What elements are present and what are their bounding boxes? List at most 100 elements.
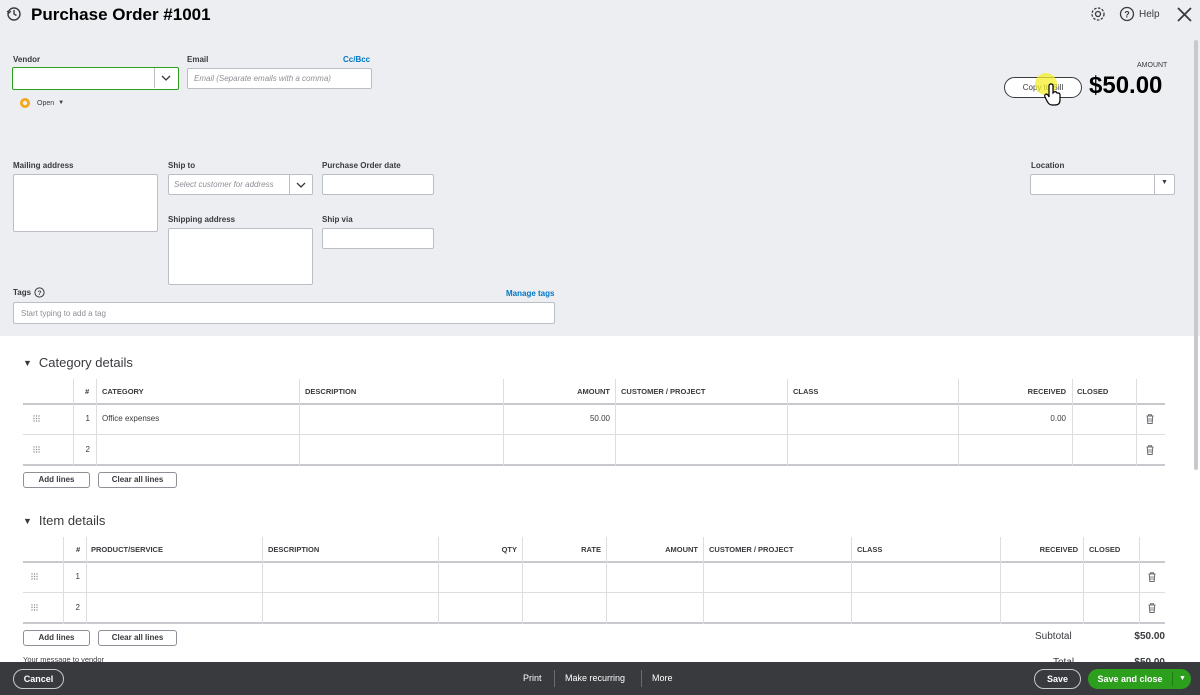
item-details-toggle[interactable]: ▼ Item details <box>23 513 105 528</box>
category-add-lines-button[interactable]: Add lines <box>23 472 90 488</box>
subtotal-value: $50.00 <box>1134 631 1165 642</box>
vendor-label: Vendor <box>13 55 41 64</box>
shipping-address-label: Shipping address <box>168 215 236 224</box>
item-clear-lines-button[interactable]: Clear all lines <box>98 630 177 646</box>
row-number: 2 <box>75 603 80 612</box>
col-header-description: DESCRIPTION <box>305 387 357 396</box>
cancel-button[interactable]: Cancel <box>13 669 64 689</box>
subtotal-label: Subtotal <box>1035 631 1072 642</box>
vendor-select[interactable] <box>12 67 179 90</box>
mailing-address-input[interactable] <box>13 174 158 232</box>
triangle-down-icon: ▼ <box>23 357 32 368</box>
manage-tags-link[interactable]: Manage tags <box>506 289 554 298</box>
col-header-category: CATEGORY <box>102 387 144 396</box>
category-details-toggle[interactable]: ▼ Category details <box>23 355 133 370</box>
item-add-lines-button[interactable]: Add lines <box>23 630 90 646</box>
info-icon[interactable]: ? <box>34 287 45 298</box>
history-icon[interactable] <box>6 6 22 22</box>
category-cell[interactable]: Office expenses <box>102 404 159 434</box>
col-header-received: RECEIVED <box>1027 387 1066 396</box>
print-button[interactable]: Print <box>523 673 542 683</box>
ship-to-select[interactable]: Select customer for address <box>168 174 313 195</box>
table-row[interactable]: 1 Office expenses 50.00 0.00 <box>23 404 1165 434</box>
amount-cell[interactable]: 50.00 <box>503 404 610 434</box>
save-and-close-split-button: Save and close ▼ <box>1088 669 1191 689</box>
drag-handle-icon[interactable] <box>31 573 38 580</box>
col-header-received: RECEIVED <box>1039 545 1078 554</box>
cc-bcc-link[interactable]: Cc/Bcc <box>343 55 370 64</box>
col-header-closed: CLOSED <box>1077 387 1109 396</box>
col-header-class: CLASS <box>793 387 819 396</box>
shipping-address-input[interactable] <box>168 228 313 285</box>
make-recurring-button[interactable]: Make recurring <box>565 673 625 683</box>
footer-bar: Cancel Print Make recurring More Save Sa… <box>0 662 1200 695</box>
col-header-num: # <box>76 545 81 554</box>
po-date-input[interactable] <box>322 174 434 195</box>
col-header-class: CLASS <box>857 545 883 554</box>
tags-input[interactable]: Start typing to add a tag <box>13 302 555 324</box>
email-label: Email <box>187 55 209 64</box>
col-header-customer: CUSTOMER / PROJECT <box>621 387 706 396</box>
col-header-qty: QTY <box>501 545 517 554</box>
ship-via-label: Ship via <box>322 215 353 224</box>
mailing-address-label: Mailing address <box>13 161 74 170</box>
row-number: 1 <box>75 572 80 581</box>
help-icon: ? <box>1119 6 1135 22</box>
page-title: Purchase Order #1001 <box>31 5 211 24</box>
svg-text:?: ? <box>1124 10 1130 20</box>
col-header-product: PRODUCT/SERVICE <box>91 545 163 554</box>
trash-icon[interactable] <box>1148 572 1156 582</box>
location-select[interactable]: ▼ <box>1030 174 1175 195</box>
triangle-down-icon: ▼ <box>23 515 32 526</box>
save-options-caret-icon[interactable]: ▼ <box>1174 669 1191 689</box>
trash-icon[interactable] <box>1148 603 1156 613</box>
category-clear-lines-button[interactable]: Clear all lines <box>98 472 177 488</box>
more-button[interactable]: More <box>652 673 673 683</box>
table-row[interactable]: 2 <box>23 593 1165 623</box>
col-header-amount: AMOUNT <box>665 545 698 554</box>
po-date-label: Purchase Order date <box>322 161 401 170</box>
col-header-amount: AMOUNT <box>577 387 610 396</box>
item-table: # PRODUCT/SERVICE DESCRIPTION QTY RATE A… <box>23 537 1165 624</box>
chevron-down-icon <box>296 182 306 188</box>
item-details-title: Item details <box>38 513 106 528</box>
ship-to-label: Ship to <box>168 161 196 170</box>
trash-icon[interactable] <box>1146 445 1154 455</box>
chevron-down-icon <box>161 75 171 81</box>
row-number: 1 <box>85 414 90 423</box>
save-and-close-button[interactable]: Save and close <box>1088 669 1172 689</box>
amount-value: $50.00 <box>1089 72 1163 99</box>
drag-handle-icon[interactable] <box>31 604 38 611</box>
col-header-description: DESCRIPTION <box>268 545 320 554</box>
amount-label: AMOUNT <box>1137 62 1168 69</box>
split-divider <box>1172 672 1173 686</box>
hand-cursor-icon <box>1044 83 1061 106</box>
ship-via-input[interactable] <box>322 228 434 249</box>
close-icon[interactable] <box>1176 6 1193 23</box>
help-button[interactable]: ? Help <box>1119 6 1160 22</box>
table-row[interactable]: 2 <box>23 435 1165 465</box>
status-dropdown[interactable]: Open ▼ <box>19 97 64 109</box>
help-label: Help <box>1139 8 1160 20</box>
email-input[interactable]: Email (Separate emails with a comma) <box>187 68 372 89</box>
row-number: 2 <box>85 445 90 454</box>
status-label: Open <box>37 99 55 107</box>
category-table: # CATEGORY DESCRIPTION AMOUNT CUSTOMER /… <box>23 379 1165 466</box>
col-header-closed: CLOSED <box>1089 545 1121 554</box>
save-button[interactable]: Save <box>1034 669 1081 689</box>
col-header-rate: RATE <box>581 545 601 554</box>
drag-handle-icon[interactable] <box>33 415 40 422</box>
status-icon <box>20 98 30 108</box>
tags-label-group: Tags ? <box>13 287 45 298</box>
footer-divider <box>641 670 642 687</box>
col-header-customer: CUSTOMER / PROJECT <box>709 545 794 554</box>
caret-down-icon: ▼ <box>1161 179 1168 186</box>
scrollbar-thumb[interactable] <box>1194 40 1198 470</box>
location-label: Location <box>1031 161 1065 170</box>
table-row[interactable]: 1 <box>23 562 1165 592</box>
drag-handle-icon[interactable] <box>33 446 40 453</box>
category-details-title: Category details <box>38 355 133 370</box>
svg-text:?: ? <box>38 290 42 297</box>
gear-icon[interactable] <box>1090 6 1106 22</box>
trash-icon[interactable] <box>1146 414 1154 424</box>
